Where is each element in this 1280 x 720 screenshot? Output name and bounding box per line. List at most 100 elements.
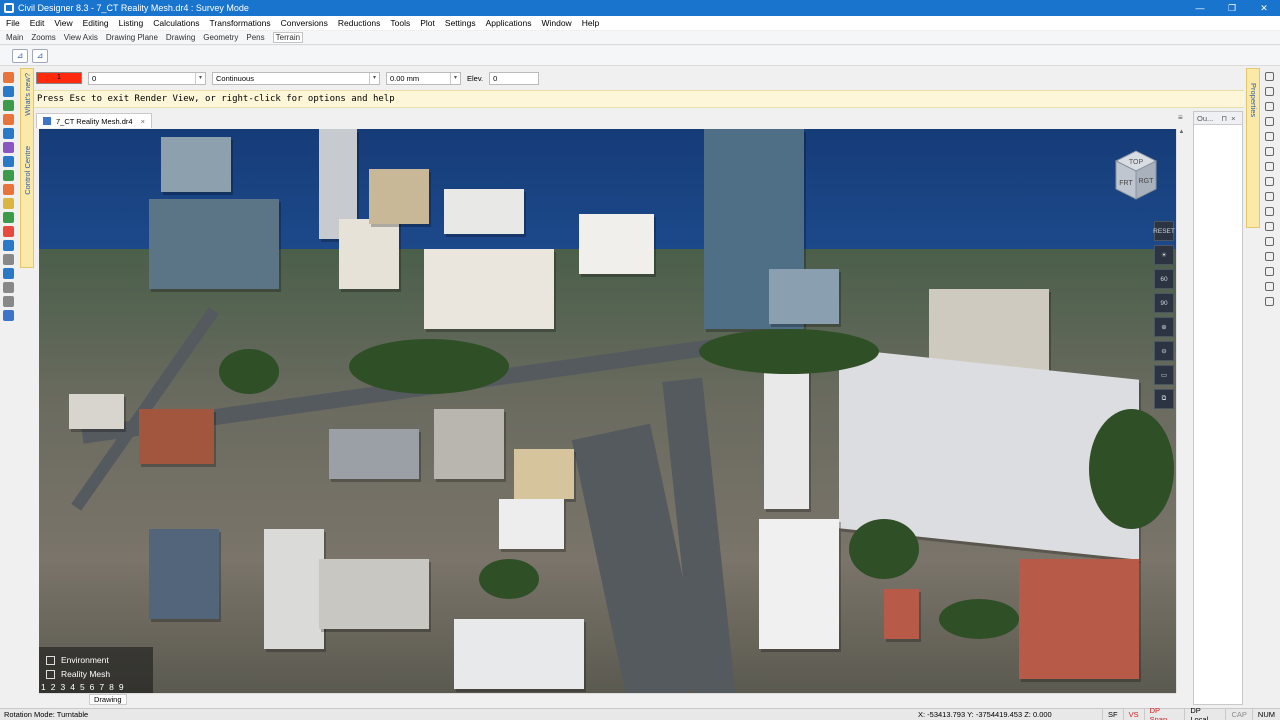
tab-view-axis[interactable]: View Axis [64,33,98,42]
close-icon[interactable]: × [1231,114,1235,123]
view-number[interactable]: 4 [70,682,75,692]
dp-local-toggle[interactable]: DP Local [1184,706,1225,720]
scroll-up-icon[interactable]: ▲ [1177,129,1186,135]
tab-drawing[interactable]: Drawing [166,33,195,42]
menu-calculations[interactable]: Calculations [153,18,199,28]
menu-reductions[interactable]: Reductions [338,18,381,28]
tool-icon[interactable] [1264,72,1274,81]
properties-side-tab[interactable]: Properties [1246,68,1260,228]
tab-drawing-plane[interactable]: Drawing Plane [106,33,158,42]
tool-icon[interactable] [3,226,14,237]
sun-icon[interactable]: ☀ [1154,245,1174,265]
tool-icon[interactable] [3,100,14,111]
tool-icon[interactable] [1264,282,1274,291]
dp-snap-toggle[interactable]: DP Snap [1143,706,1185,720]
menu-view[interactable]: View [54,18,72,28]
tool-icon[interactable] [1264,102,1274,111]
horizontal-scrollbar[interactable]: Drawing [39,693,1176,705]
view-number[interactable]: 1 [41,682,46,692]
environment-checkbox[interactable] [46,655,55,665]
frame-view-icon[interactable]: ▭ [1154,365,1174,385]
tool-icon[interactable] [3,156,14,167]
elevation-input[interactable]: 0 [489,71,540,85]
layer-row[interactable]: Reality Mesh [46,667,153,681]
menu-tools[interactable]: Tools [390,18,410,28]
tool-icon[interactable] [3,282,14,293]
reset-view-button[interactable]: RESET [1153,221,1175,241]
document-tab[interactable]: 7_CT Reality Mesh.dr4 × [36,113,152,128]
tool-icon[interactable] [1264,252,1274,261]
vs-toggle[interactable]: VS [1122,709,1144,720]
menu-listing[interactable]: Listing [119,18,144,28]
minimize-button[interactable]: — [1184,0,1216,16]
line-width-combo[interactable]: 0.00 mm ▾ [386,71,461,85]
tab-list-icon[interactable]: ≡ [1178,113,1183,122]
tab-main[interactable]: Main [6,33,23,42]
tool-icon[interactable] [1264,237,1274,246]
layer-combo[interactable]: 0 ▾ [88,71,206,85]
tab-terrain[interactable]: Terrain [272,32,304,43]
zoom-out-icon[interactable]: ⊖ [1154,341,1174,361]
tab-zooms[interactable]: Zooms [31,33,55,42]
navigation-cube[interactable]: TOP FRT RGT [1106,147,1162,203]
tool-icon[interactable] [3,296,14,307]
close-icon[interactable]: × [141,117,145,126]
layer-row[interactable]: Environment [46,653,153,667]
tool-icon[interactable] [3,310,14,321]
sf-toggle[interactable]: SF [1102,709,1123,720]
tool-icon[interactable] [3,72,14,83]
tool-icon[interactable] [1264,207,1274,216]
tool-icon[interactable] [1264,297,1274,306]
maximize-button[interactable]: ❐ [1216,0,1248,16]
layers-icon[interactable]: ⧉ [1154,389,1174,409]
tool-icon[interactable] [3,86,14,97]
sheet-tab-drawing[interactable]: Drawing [89,693,127,705]
tool-icon[interactable] [1264,147,1274,156]
view-number[interactable]: 9 [119,682,124,692]
tool-icon[interactable] [3,184,14,195]
rotate-90-button[interactable]: 90 [1154,293,1174,313]
tool-icon[interactable] [1264,177,1274,186]
tool-icon[interactable] [1264,87,1274,96]
chevron-down-icon[interactable]: ▾ [450,72,460,84]
whats-new-tab[interactable]: What's new? [23,73,32,116]
render-viewport[interactable]: TOP FRT RGT RESET ☀ 60 90 ⊕ ⊖ ▭ ⧉ Enviro… [39,129,1176,693]
tab-pens[interactable]: Pens [246,33,264,42]
tool-icon[interactable] [1264,222,1274,231]
tool-icon[interactable] [3,268,14,279]
chevron-down-icon[interactable]: ▾ [195,72,205,84]
tool-icon[interactable] [3,142,14,153]
vertical-scrollbar[interactable]: ▲ [1176,129,1186,693]
menu-help[interactable]: Help [582,18,599,28]
view-number[interactable]: 3 [60,682,65,692]
menu-window[interactable]: Window [541,18,571,28]
menu-file[interactable]: File [6,18,20,28]
view-number[interactable]: 2 [51,682,56,692]
menu-applications[interactable]: Applications [486,18,532,28]
menu-transformations[interactable]: Transformations [210,18,271,28]
chevron-down-icon[interactable]: ▾ [369,72,379,84]
zoom-in-icon[interactable]: ⊕ [1154,317,1174,337]
tool-icon[interactable] [1264,117,1274,126]
tool-icon[interactable] [1264,162,1274,171]
tool-icon[interactable] [1264,132,1274,141]
tool-icon[interactable] [3,254,14,265]
tool-icon[interactable] [3,198,14,209]
view-number[interactable]: 6 [90,682,95,692]
menu-conversions[interactable]: Conversions [281,18,328,28]
tab-geometry[interactable]: Geometry [203,33,238,42]
pin-icon[interactable]: ⊓ [1221,114,1227,123]
menu-plot[interactable]: Plot [420,18,435,28]
command-prompt[interactable]: Press Esc to exit Render View, or right-… [34,90,1244,108]
view-number[interactable]: 5 [80,682,85,692]
reality-mesh-checkbox[interactable] [46,669,55,679]
tool-icon[interactable] [3,170,14,181]
terrain-tool-2-icon[interactable]: ⊿ [32,48,48,63]
tool-icon[interactable] [3,240,14,251]
view-number[interactable]: 8 [109,682,114,692]
terrain-tool-1-icon[interactable]: ⊿ [12,48,28,63]
rotate-60-button[interactable]: 60 [1154,269,1174,289]
tool-icon[interactable] [1264,192,1274,201]
menu-editing[interactable]: Editing [83,18,109,28]
linetype-combo[interactable]: Continuous ▾ [212,71,380,85]
